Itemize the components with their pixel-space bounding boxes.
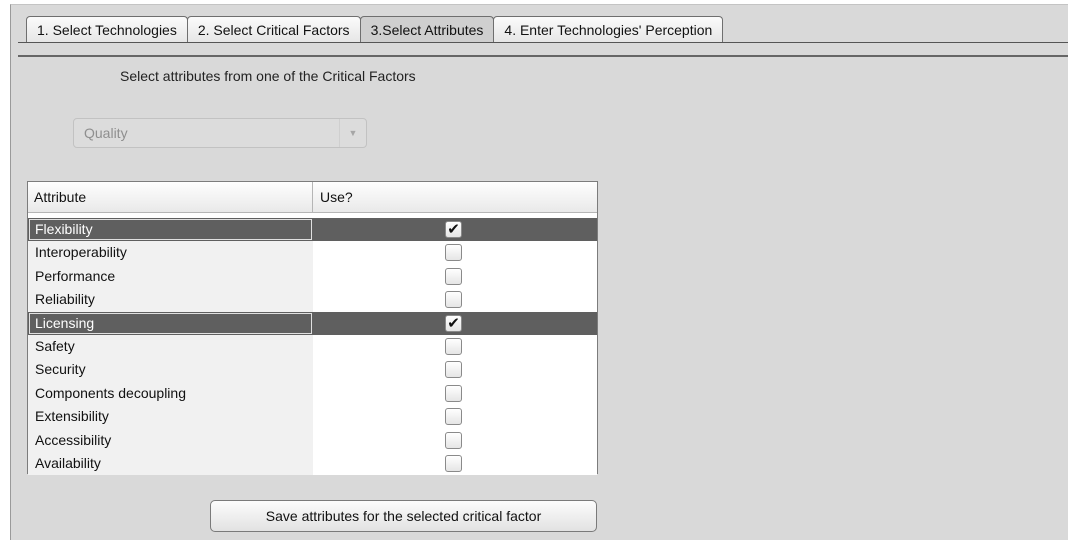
tab-bar: 1. Select Technologies 2. Select Critica… xyxy=(26,16,724,44)
attribute-cell[interactable]: Performance xyxy=(28,264,313,289)
table-header: Attribute Use? xyxy=(28,182,597,213)
table-row[interactable]: Availability xyxy=(28,451,597,476)
use-cell xyxy=(313,334,597,359)
tab-enter-technologies-perception[interactable]: 4. Enter Technologies' Perception xyxy=(493,16,724,42)
tab-select-technologies[interactable]: 1. Select Technologies xyxy=(26,16,188,42)
attribute-cell[interactable]: Safety xyxy=(28,334,313,359)
table-row[interactable]: Safety xyxy=(28,334,597,359)
use-cell xyxy=(313,241,597,265)
table-row[interactable]: Security xyxy=(28,358,597,382)
table-body: Flexibility ✔ Interoperability Performance R… xyxy=(28,213,597,476)
tab-select-attributes[interactable]: 3.Select Attributes xyxy=(359,16,495,42)
attribute-cell[interactable]: Availability xyxy=(28,451,313,476)
table-row[interactable]: Extensibility xyxy=(28,405,597,429)
attribute-cell[interactable]: Accessibility xyxy=(28,428,313,452)
use-cell xyxy=(313,288,597,312)
tab-select-critical-factors[interactable]: 2. Select Critical Factors xyxy=(186,16,361,42)
attribute-cell[interactable]: Interoperability xyxy=(28,241,313,265)
use-checkbox[interactable] xyxy=(445,244,462,262)
use-checkbox[interactable] xyxy=(445,267,462,285)
use-checkbox[interactable] xyxy=(445,337,462,355)
use-cell xyxy=(313,405,597,429)
use-checkbox[interactable] xyxy=(445,454,462,472)
use-cell xyxy=(313,381,597,406)
table-row[interactable]: Accessibility xyxy=(28,428,597,452)
attribute-cell[interactable]: Reliability xyxy=(28,288,313,312)
critical-factor-value: Quality xyxy=(84,125,128,141)
instruction-text: Select attributes from one of the Critic… xyxy=(120,68,416,84)
table-row[interactable]: Reliability xyxy=(28,288,597,312)
use-cell xyxy=(313,451,597,476)
attribute-cell[interactable]: Extensibility xyxy=(28,405,313,429)
use-cell xyxy=(313,264,597,289)
table-row[interactable]: Licensing ✔ xyxy=(28,311,597,335)
use-checkbox[interactable] xyxy=(445,408,462,426)
tab-divider xyxy=(18,42,1068,43)
attributes-table: Attribute Use? Flexibility ✔ Interoperabil… xyxy=(27,181,598,476)
tab-divider-bottom xyxy=(18,55,1068,57)
table-row[interactable]: Flexibility ✔ xyxy=(28,218,597,242)
table-row[interactable]: Performance xyxy=(28,264,597,289)
use-checkbox[interactable] xyxy=(445,291,462,309)
table-row[interactable]: Interoperability xyxy=(28,241,597,265)
use-cell: ✔ xyxy=(313,311,597,335)
attribute-cell[interactable]: Flexibility xyxy=(28,218,313,242)
attribute-cell[interactable]: Components decoupling xyxy=(28,381,313,406)
use-checkbox[interactable]: ✔ xyxy=(445,221,462,238)
table-row[interactable]: Components decoupling xyxy=(28,381,597,406)
critical-factor-dropdown[interactable]: Quality ▼ xyxy=(73,118,367,148)
use-checkbox[interactable] xyxy=(445,431,462,449)
chevron-down-icon[interactable]: ▼ xyxy=(339,119,366,147)
use-cell xyxy=(313,428,597,452)
column-header-use[interactable]: Use? xyxy=(313,182,597,212)
use-checkbox[interactable] xyxy=(445,384,462,402)
use-cell: ✔ xyxy=(313,218,597,242)
attribute-cell[interactable]: Licensing xyxy=(28,311,313,335)
attribute-cell[interactable]: Security xyxy=(28,358,313,382)
use-checkbox[interactable]: ✔ xyxy=(445,314,462,332)
use-cell xyxy=(313,358,597,382)
use-checkbox[interactable] xyxy=(445,361,462,379)
column-header-attribute[interactable]: Attribute xyxy=(28,182,313,212)
save-attributes-button[interactable]: Save attributes for the selected critica… xyxy=(210,500,597,532)
